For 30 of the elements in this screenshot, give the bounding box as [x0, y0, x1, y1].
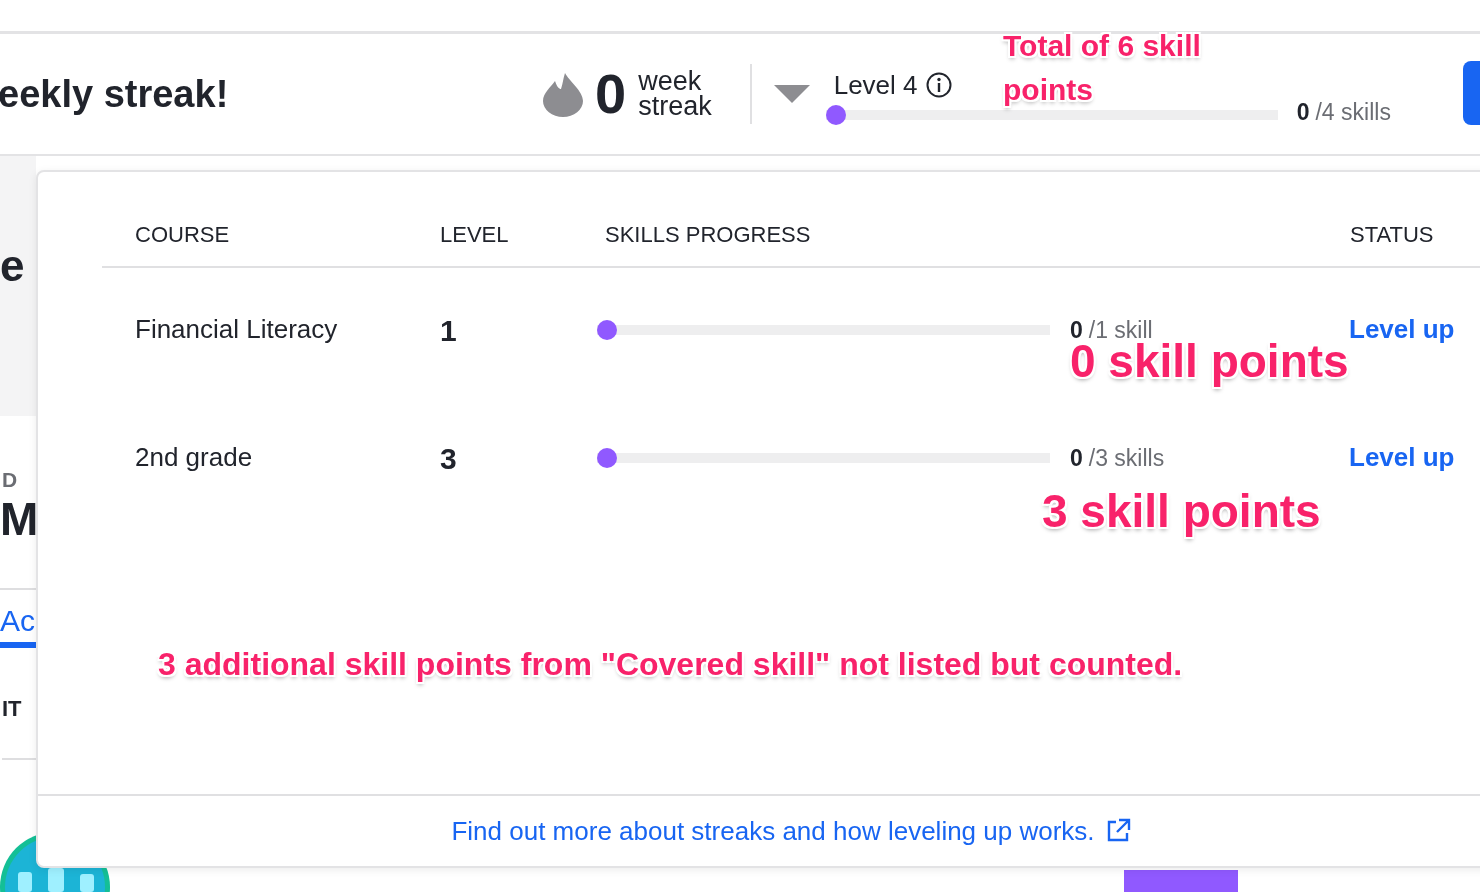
- title-text: M: [0, 492, 36, 546]
- streak-label: streak: [638, 94, 712, 119]
- column-header: STATUS: [1350, 222, 1435, 248]
- skill-total: /4 skills: [1315, 98, 1391, 125]
- heading-text: e: [0, 241, 25, 291]
- skill-count: 0: [1070, 444, 1083, 471]
- skill-total: /3 skills: [1088, 444, 1165, 471]
- annotation-text: 3 skill points: [1042, 484, 1321, 538]
- course-name: 2nd grade: [135, 442, 254, 473]
- overline-text: D: [2, 468, 23, 492]
- course-name: Financial Literacy: [135, 314, 339, 345]
- column-header: LEVEL: [440, 222, 510, 248]
- help-link[interactable]: Find out more about streaks and how leveling up works.: [451, 815, 1131, 847]
- level-number: 3: [440, 442, 458, 476]
- skill-total: /1 skill: [1088, 316, 1153, 343]
- level-up-link[interactable]: Level up: [1349, 442, 1469, 473]
- column-header: COURSE: [135, 222, 231, 248]
- streak-count: 0: [595, 66, 627, 122]
- flame-icon: [543, 71, 583, 117]
- streak-label: week: [638, 69, 702, 94]
- page-title: eekly streak!: [0, 72, 230, 116]
- annotation-text: 3 additional skill points from "Covered skill" not listed but counted.: [158, 646, 1183, 683]
- skill-count: 0: [1296, 98, 1310, 125]
- annotation-text: Total of 6 skill points: [1003, 28, 1202, 108]
- level-number: 1: [440, 314, 458, 348]
- level-up-link[interactable]: Level up: [1349, 314, 1469, 345]
- caret-icon: [773, 85, 810, 103]
- level-label: Level 4: [833, 69, 918, 101]
- column-header: SKILLS PROGRESS: [605, 222, 812, 248]
- info-icon: [925, 72, 952, 98]
